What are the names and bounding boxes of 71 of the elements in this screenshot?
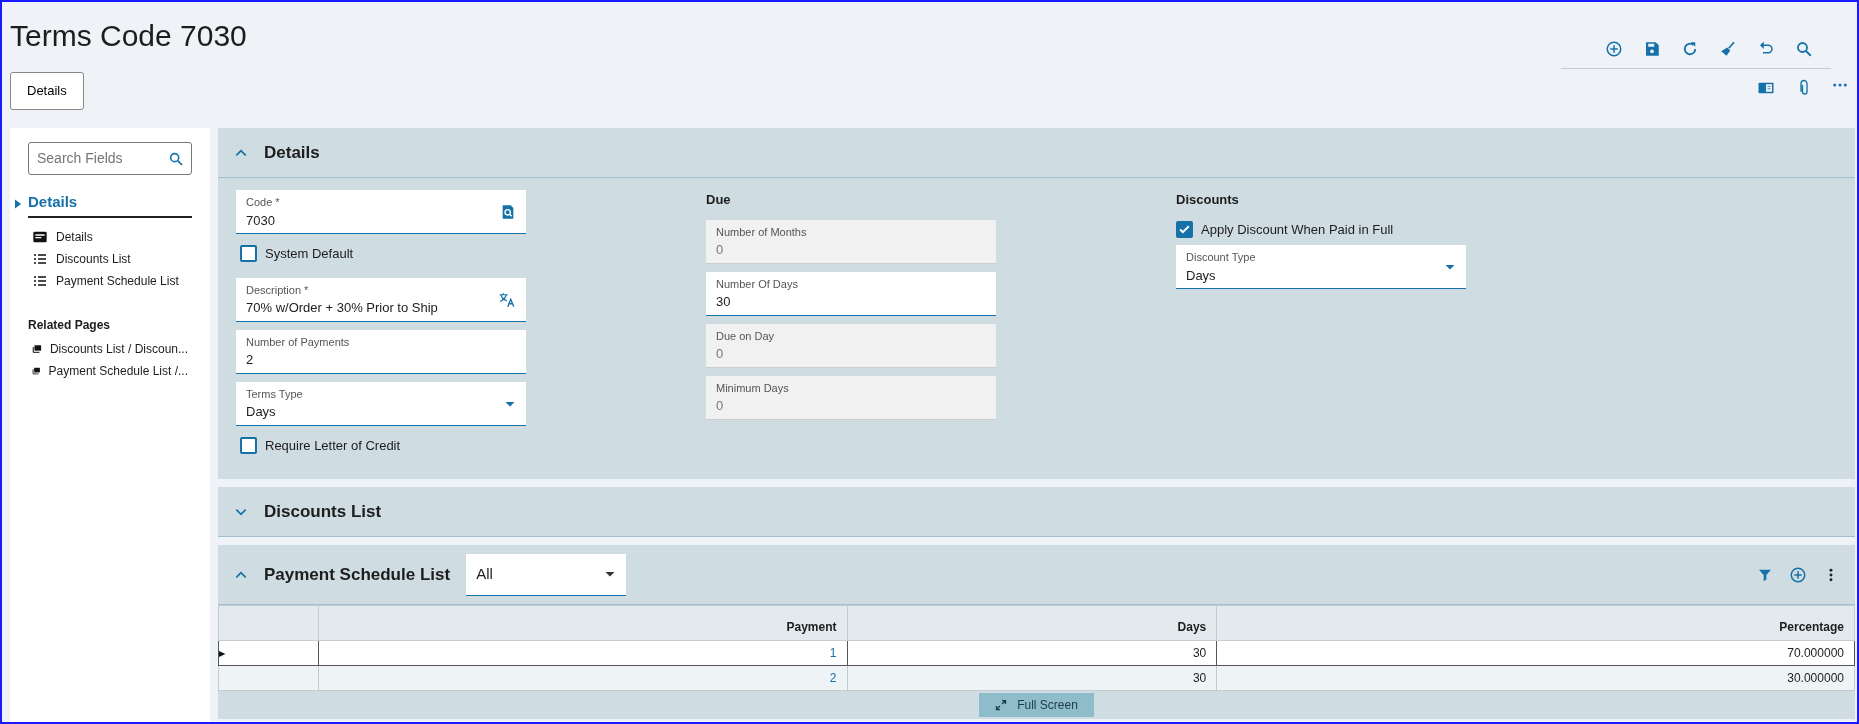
broom-icon: [1719, 40, 1737, 58]
column-header: Percentage: [1216, 605, 1855, 641]
related-page-link[interactable]: Payment Schedule List /...: [28, 359, 192, 382]
field-value: Days: [1186, 266, 1217, 285]
refresh-icon: [1681, 40, 1699, 58]
checkbox[interactable]: [240, 245, 257, 263]
payment-link[interactable]: 2: [829, 671, 837, 685]
input-field[interactable]: Number of Payments 2: [236, 329, 526, 374]
field-label: Due on Day: [716, 328, 776, 344]
input-field[interactable]: Number Of Days 30: [706, 271, 996, 316]
save-icon: [1643, 40, 1661, 58]
field-label: Number Of Days: [716, 276, 799, 292]
field-label: Terms Type: [246, 386, 304, 402]
section-title: Details: [264, 141, 320, 164]
related-page-link[interactable]: Discounts List / Discoun...: [28, 337, 192, 360]
sidebar-item-label: Details: [56, 228, 93, 246]
table-cell: 70.000000: [1216, 640, 1855, 666]
related-pages-title: Related Pages: [28, 316, 112, 334]
field-label: Minimum Days: [716, 380, 790, 396]
filter-dropdown[interactable]: All: [466, 553, 627, 596]
dropdown-field[interactable]: Terms Type Days: [236, 381, 526, 426]
sidebar-item-label: Discounts List: [56, 250, 131, 268]
field-value: 2: [246, 351, 255, 369]
full-screen-button[interactable]: Full Screen: [979, 693, 1094, 717]
sidebar-item-label: Payment Schedule List: [56, 272, 179, 290]
field-label: Code *: [246, 195, 281, 210]
field-label: Description *: [246, 282, 310, 298]
section-title: Discounts List: [264, 500, 382, 523]
field-value: 7030: [246, 211, 276, 230]
translate-icon[interactable]: [498, 290, 516, 309]
checkbox-label: Require Letter of Credit: [265, 436, 401, 455]
related-page-label: Discounts List / Discoun...: [49, 340, 188, 358]
table-cell: 30: [847, 665, 1217, 691]
checkbox-label: Apply Discount When Paid in Full: [1201, 220, 1394, 239]
page-title: Terms Code 7030: [10, 18, 247, 54]
field-value: 70% w/Order + 30% Prior to Ship: [246, 299, 439, 317]
checkbox[interactable]: [240, 436, 257, 454]
column-header: Payment: [318, 605, 848, 641]
checkbox[interactable]: [1176, 220, 1193, 238]
field-value: 0: [716, 241, 725, 259]
field-value: 0: [716, 345, 725, 363]
column-title: Discounts: [1176, 191, 1240, 209]
field-label: Discount Type: [1186, 250, 1257, 265]
lookup-icon[interactable]: [500, 204, 516, 220]
sidebar-item[interactable]: Payment Schedule List: [28, 269, 192, 292]
sidebar-item[interactable]: Discounts List: [28, 247, 192, 270]
search-field[interactable]: Search Fields: [28, 142, 192, 175]
column-title: Due: [706, 191, 732, 209]
dropdown-field[interactable]: Discount Type Days: [1176, 245, 1466, 289]
sidebar-section-title[interactable]: Details: [28, 191, 192, 218]
input-field[interactable]: Description * 70% w/Order + 30% Prior to Ship: [236, 277, 526, 322]
sidebar-item[interactable]: Details: [28, 225, 192, 248]
field-value: 30: [716, 293, 732, 311]
input-field[interactable]: Code * 7030: [236, 190, 526, 234]
checkbox-label: System Default: [265, 245, 354, 263]
search-icon: [168, 151, 184, 167]
add-circle-icon[interactable]: [1789, 565, 1807, 584]
field-value: 0: [716, 397, 725, 415]
field-label: Number of Months: [716, 224, 808, 240]
related-page-label: Payment Schedule List /...: [48, 362, 188, 380]
payment-link[interactable]: 1: [829, 646, 837, 660]
details-tab-button[interactable]: Details: [10, 72, 84, 110]
expand-icon: [995, 699, 1008, 711]
add-circle-icon: [1605, 40, 1623, 58]
section-title: Payment Schedule List: [264, 563, 451, 586]
table-cell: 30: [847, 640, 1217, 666]
field-label: Number of Payments: [246, 334, 351, 350]
field-value: Days: [246, 403, 277, 421]
column-header: Days: [847, 605, 1217, 641]
table-cell: 30.000000: [1216, 665, 1855, 691]
search-icon: [1795, 40, 1813, 58]
